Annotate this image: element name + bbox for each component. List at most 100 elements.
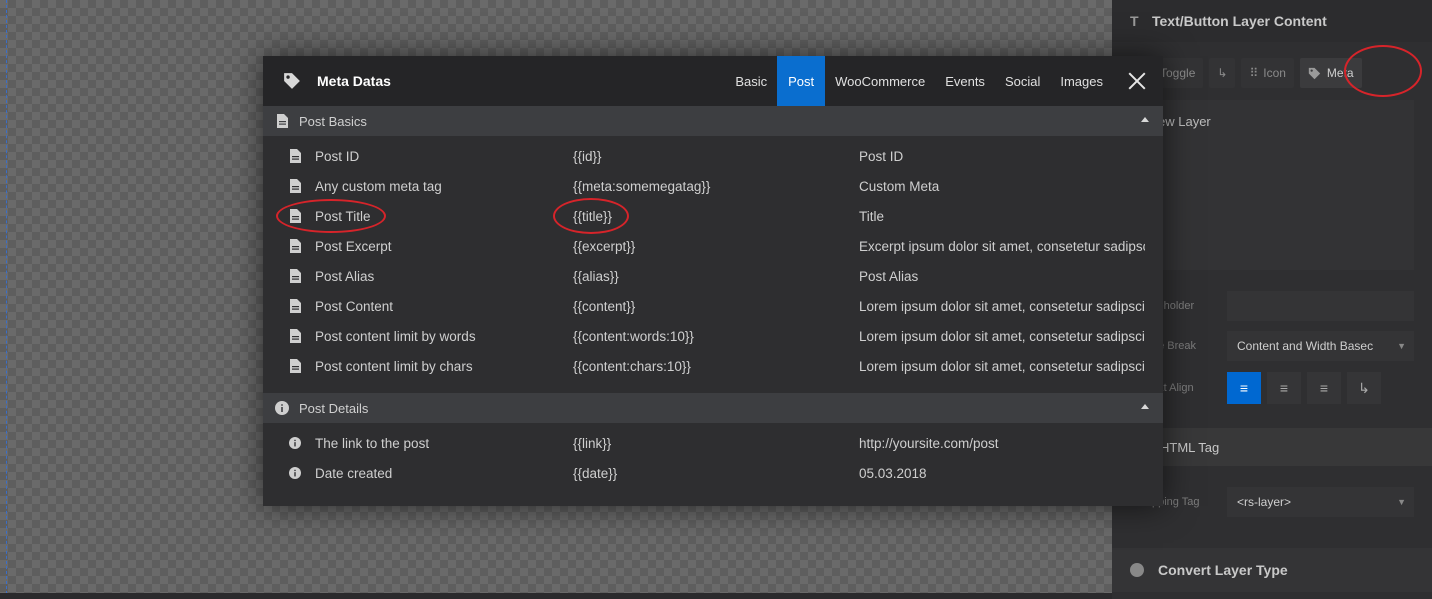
meta-tag: {{content:words:10}}	[573, 328, 694, 344]
line-break-row: ne Break Content and Width Basec ▼	[1152, 330, 1414, 362]
convert-layer-type-section[interactable]: Convert Layer Type	[1112, 548, 1432, 592]
meta-value: Post ID	[859, 148, 904, 164]
document-icon	[289, 359, 301, 374]
wrapping-tag-select[interactable]: <rs-layer> ▼	[1227, 487, 1414, 517]
meta-row[interactable]: Post content limit by chars {{content:ch…	[263, 351, 1163, 381]
line-break-label: ne Break	[1152, 340, 1197, 352]
close-button[interactable]	[1127, 71, 1147, 91]
post-basics-rows: Post ID {{id}} Post ID Any custom meta t…	[263, 136, 1163, 381]
meta-row[interactable]: Post Content {{content}} Lorem ipsum dol…	[263, 291, 1163, 321]
align-justify-button[interactable]: ↳	[1347, 372, 1381, 404]
annotation-circle-meta	[1344, 45, 1422, 97]
chevron-down-icon: ▼	[1397, 497, 1406, 507]
meta-tag: {{excerpt}}	[573, 238, 636, 254]
tab-woocommerce[interactable]: WooCommerce	[825, 56, 935, 106]
panel-header: T Text/Button Layer Content	[1112, 0, 1432, 42]
line-break-value: Content and Width Basec	[1237, 339, 1374, 353]
tab-post[interactable]: Post	[777, 56, 826, 106]
meta-value: Lorem ipsum dolor sit amet, consetetur s…	[859, 298, 1145, 314]
document-icon	[289, 329, 301, 344]
text-t-icon: T	[1130, 13, 1139, 29]
info-icon	[275, 400, 289, 416]
placeholder-input[interactable]	[1227, 291, 1414, 321]
meta-tag: {{content}}	[573, 298, 636, 314]
document-icon	[289, 149, 301, 164]
align-right-icon: ≡	[1319, 380, 1329, 396]
meta-tag: {{id}}	[573, 148, 602, 164]
caret-up-icon	[1141, 117, 1149, 122]
canvas-edge-guide	[6, 0, 8, 599]
align-left-button[interactable]: ≡	[1227, 372, 1261, 404]
meta-tag: {{date}}	[573, 465, 618, 481]
wrapping-tag-value: <rs-layer>	[1237, 495, 1292, 509]
return-arrow-icon: ↳	[1217, 66, 1228, 80]
group-header-post-details[interactable]: Post Details	[263, 393, 1163, 423]
caret-up-icon	[1141, 404, 1149, 409]
tab-images[interactable]: Images	[1050, 56, 1113, 106]
align-center-icon: ≡	[1279, 380, 1289, 396]
return-arrow-icon: ↳	[1358, 379, 1370, 396]
annotation-circle-title-tag	[553, 198, 629, 234]
meta-name: Post content limit by chars	[315, 358, 473, 374]
meta-name: Post Alias	[315, 268, 375, 284]
meta-value: Custom Meta	[859, 178, 940, 194]
meta-value: Lorem ipsum dolor sit amet, consetetur s…	[859, 328, 1145, 344]
meta-value: Excerpt ipsum dolor sit amet, consetetur…	[859, 238, 1145, 254]
grid-icon: ⠿	[1249, 66, 1259, 80]
meta-tag: {{content:chars:10}}	[573, 358, 691, 374]
toggle-label: Toggle	[1160, 66, 1196, 80]
icon-button[interactable]: ⠿ Icon	[1241, 58, 1294, 88]
document-icon	[289, 299, 301, 314]
post-details-rows: The link to the post {{link}} http://you…	[263, 423, 1163, 488]
meta-row[interactable]: Post Title {{title}} Title	[263, 198, 1163, 234]
enter-button[interactable]: ↳	[1209, 58, 1236, 88]
tab-social[interactable]: Social	[995, 56, 1050, 106]
html-tag-title: HTML Tag	[1160, 439, 1220, 455]
meta-datas-modal: Meta Datas Basic Post WooCommerce Events…	[263, 56, 1163, 506]
meta-value: Post Alias	[859, 268, 919, 284]
tab-events[interactable]: Events	[935, 56, 995, 106]
group-header-post-basics[interactable]: Post Basics	[263, 106, 1163, 136]
meta-row[interactable]: Date created {{date}} 05.03.2018	[263, 458, 1163, 488]
layer-text-editor[interactable]: ew Layer	[1152, 100, 1414, 270]
meta-value: http://yoursite.com/post	[859, 435, 999, 451]
meta-value: Title	[859, 208, 885, 224]
convert-icon	[1130, 563, 1144, 577]
meta-row[interactable]: Post Excerpt {{excerpt}} Excerpt ipsum d…	[263, 231, 1163, 261]
align-left-icon: ≡	[1239, 380, 1249, 396]
modal-title: Meta Datas	[317, 73, 391, 89]
placeholder-label: ceholder	[1152, 300, 1195, 312]
info-icon	[289, 466, 301, 481]
meta-name: Post Excerpt	[315, 238, 392, 254]
meta-row[interactable]: Post content limit by words {{content:wo…	[263, 321, 1163, 351]
meta-tag: {{meta:somemegatag}}	[573, 178, 711, 194]
meta-tag: {{link}}	[573, 435, 612, 451]
group-label: Post Basics	[299, 113, 367, 129]
meta-name: Post ID	[315, 148, 360, 164]
meta-row[interactable]: The link to the post {{link}} http://you…	[263, 428, 1163, 458]
tag-icon	[284, 73, 300, 89]
line-break-select[interactable]: Content and Width Basec ▼	[1227, 331, 1414, 361]
annotation-circle-post-title	[276, 199, 386, 233]
meta-row[interactable]: Any custom meta tag {{meta:somemegatag}}…	[263, 171, 1163, 201]
document-icon	[289, 269, 301, 284]
meta-tag: {{alias}}	[573, 268, 619, 284]
icon-label: Icon	[1263, 66, 1286, 80]
wrapping-tag-label: pping Tag	[1152, 496, 1200, 508]
align-right-button[interactable]: ≡	[1307, 372, 1341, 404]
document-icon	[289, 179, 301, 194]
meta-value: Lorem ipsum dolor sit amet, consetetur s…	[859, 358, 1145, 374]
align-center-button[interactable]: ≡	[1267, 372, 1301, 404]
meta-name: The link to the post	[315, 435, 430, 451]
meta-name: Post content limit by words	[315, 328, 476, 344]
meta-value: 05.03.2018	[859, 465, 927, 481]
meta-name: Date created	[315, 465, 393, 481]
tab-basic[interactable]: Basic	[725, 56, 777, 106]
meta-row[interactable]: Post ID {{id}} Post ID	[263, 141, 1163, 171]
document-icon	[275, 113, 289, 129]
meta-row[interactable]: Post Alias {{alias}} Post Alias	[263, 261, 1163, 291]
panel-header-title: Text/Button Layer Content	[1152, 13, 1327, 29]
text-align-label: ext Align	[1152, 382, 1194, 394]
modal-header: Meta Datas Basic Post WooCommerce Events…	[263, 56, 1163, 106]
